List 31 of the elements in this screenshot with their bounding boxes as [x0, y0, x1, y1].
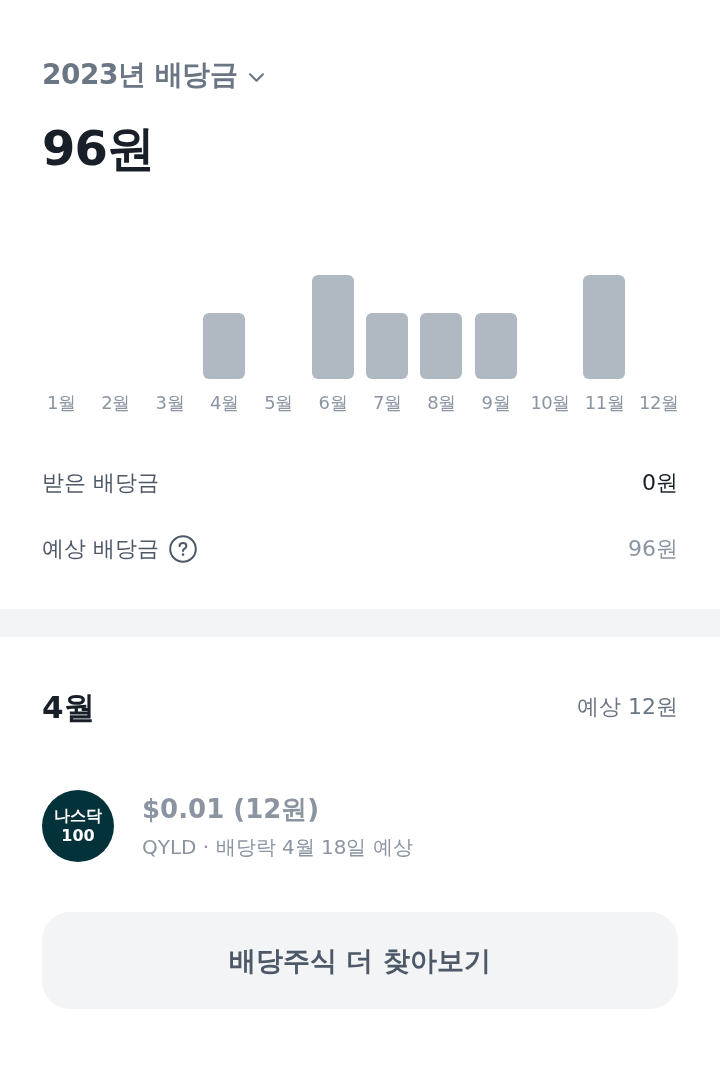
month-label: 10월 [530, 391, 570, 415]
month-label: 4월 [209, 391, 239, 415]
total-amount: 96원 [42, 120, 154, 176]
month-label: 6월 [318, 391, 348, 415]
dividend-detail: QYLD · 배당락 4월 18일 예상 [142, 834, 413, 860]
summary-label: 받은 배당금 [42, 469, 159, 497]
explore-button[interactable]: 배당주식 더 찾아보기 [42, 912, 678, 1009]
summary-value: 0원 [642, 469, 678, 497]
month-label: 11월 [584, 391, 625, 415]
chart-bar [420, 313, 463, 379]
dividend-amount: $0.01 (12원) [142, 793, 320, 826]
month-title: 4월 [42, 688, 95, 727]
chart-bar [366, 313, 409, 379]
expected-amount: 예상 12원 [577, 693, 678, 721]
help-icon[interactable] [169, 535, 197, 563]
logo-text: 100 [61, 826, 95, 846]
logo-text: 나스닥 [54, 806, 102, 826]
summary-label: 예상 배당금 [42, 535, 159, 563]
summary-value: 96원 [628, 535, 678, 563]
month-label: 12월 [639, 391, 679, 415]
month-label: 3월 [155, 391, 185, 415]
chart-bar [203, 313, 246, 379]
month-label: 7월 [372, 391, 402, 415]
chevron-down-icon[interactable] [249, 72, 265, 82]
chart-bar [474, 313, 517, 379]
month-label: 8월 [427, 391, 456, 415]
month-label: 1월 [46, 391, 76, 415]
month-label: 5월 [264, 391, 293, 415]
year-title[interactable]: 2023년 배당금 [42, 57, 238, 93]
month-label: 2월 [101, 391, 130, 415]
month-label: 9월 [481, 391, 510, 415]
